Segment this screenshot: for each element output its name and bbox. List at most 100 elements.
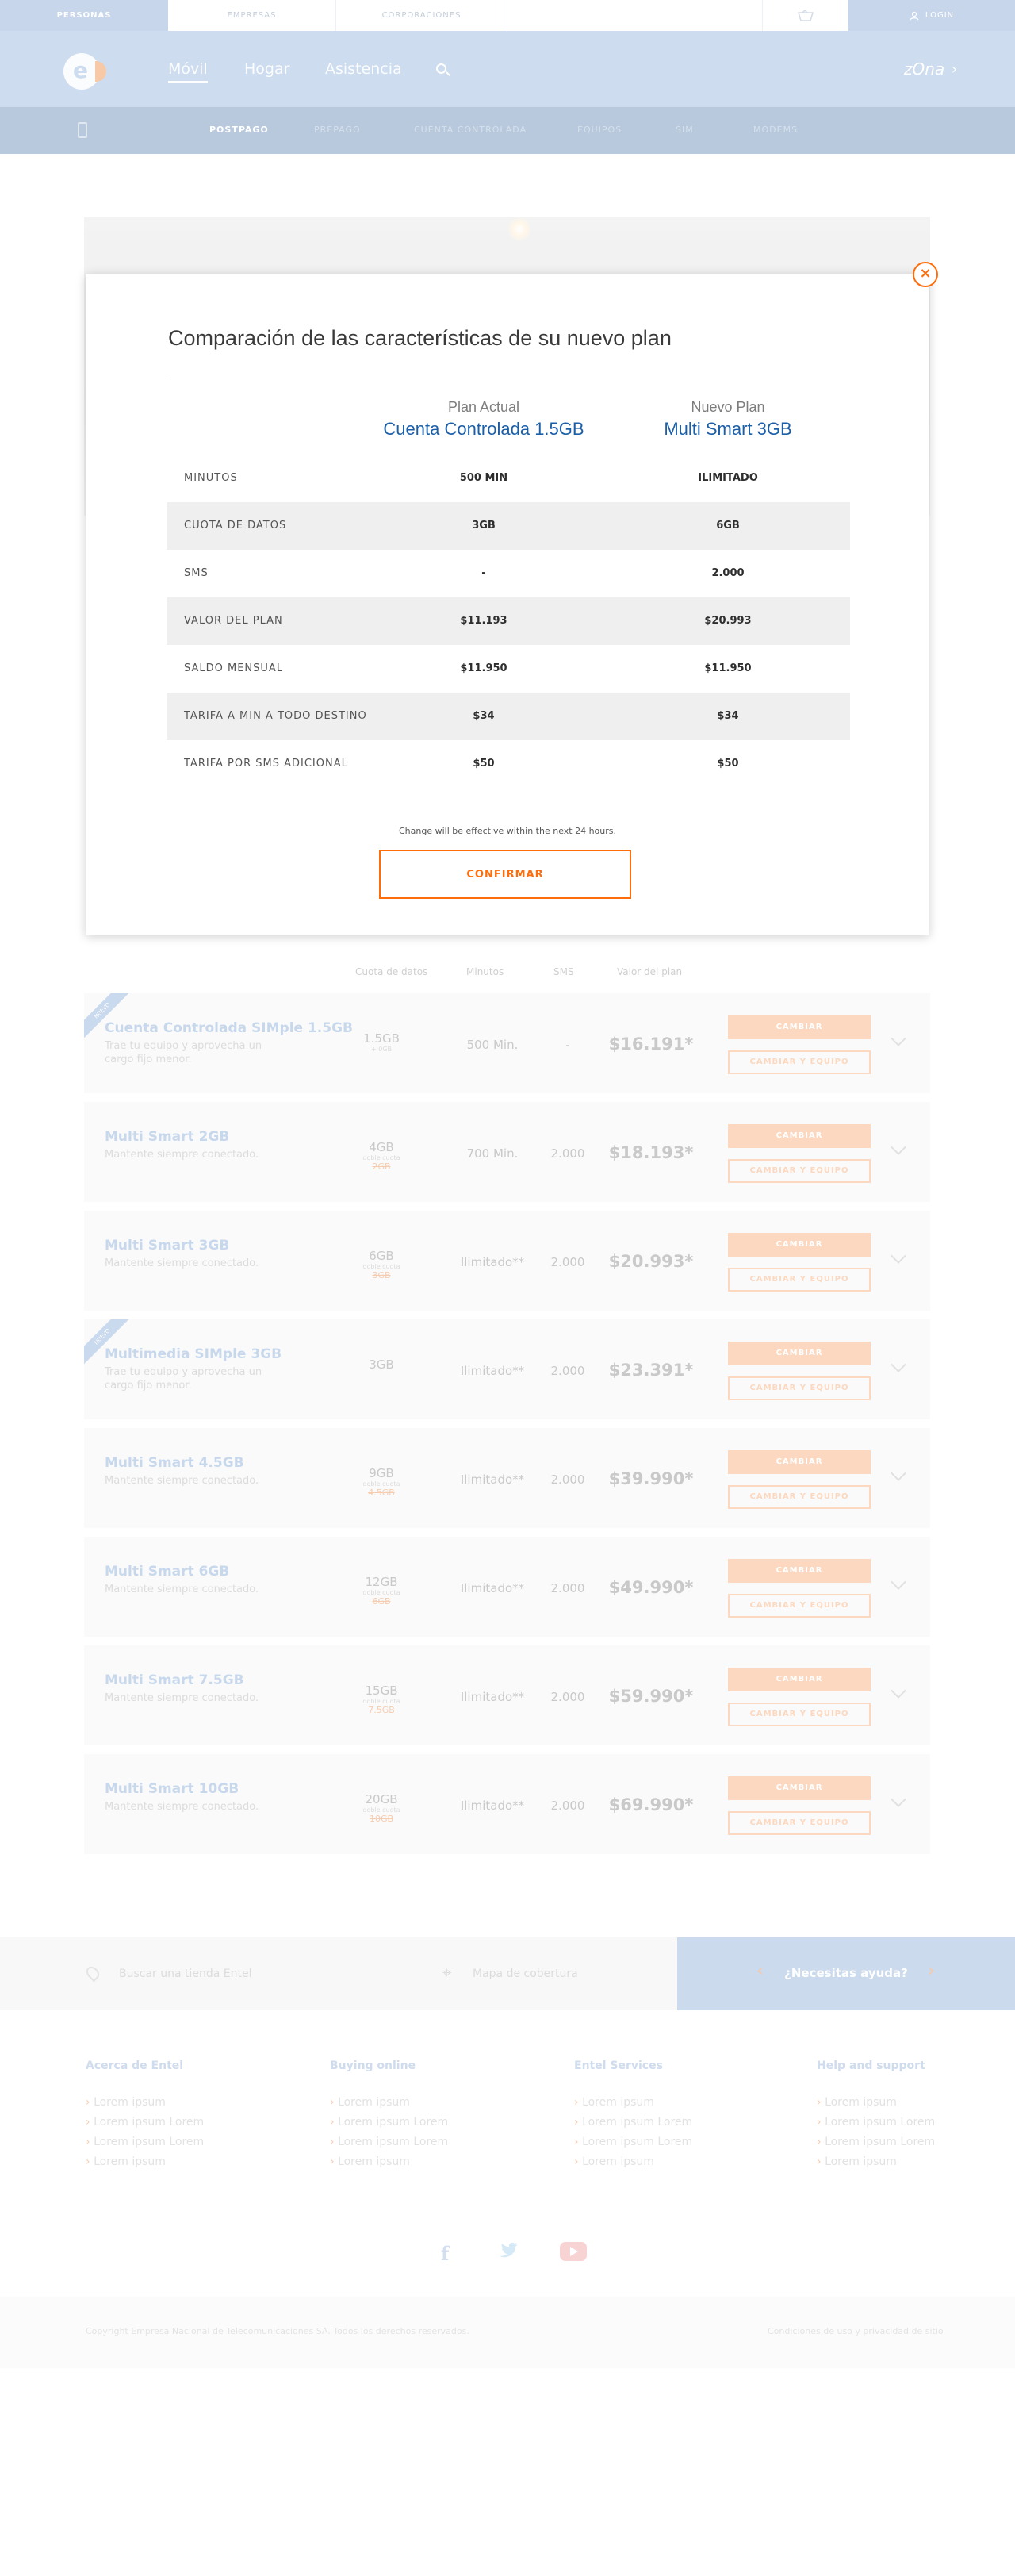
plan-description: Mantente siempre conectado.: [105, 1149, 259, 1161]
change-with-device-button[interactable]: CAMBIAR Y EQUIPO: [728, 1485, 871, 1509]
footer-link[interactable]: Lorem ipsum Lorem: [574, 2136, 692, 2148]
entel-logo[interactable]: e: [63, 53, 106, 90]
chevron-down-icon[interactable]: [891, 1791, 906, 1807]
footer-link[interactable]: Lorem ipsum: [330, 2156, 448, 2168]
twitter-icon[interactable]: [498, 2242, 519, 2264]
new-value: 2.000: [711, 567, 745, 579]
change-plan-button[interactable]: CAMBIAR: [728, 1015, 871, 1039]
facebook-icon[interactable]: f: [441, 2242, 449, 2265]
plan-name[interactable]: Multi Smart 3GB: [105, 1238, 229, 1253]
footer-link[interactable]: Lorem ipsum: [86, 2156, 204, 2168]
footer-link[interactable]: Lorem ipsum: [574, 2096, 692, 2109]
plan-price: $20.993*: [608, 1252, 694, 1271]
change-plan-button[interactable]: CAMBIAR: [728, 1776, 871, 1800]
store-search-link[interactable]: Buscar una tienda Entel: [119, 1968, 252, 1980]
plan-name[interactable]: Multi Smart 2GB: [105, 1129, 229, 1145]
search-icon[interactable]: [436, 63, 446, 74]
change-with-device-button[interactable]: CAMBIAR Y EQUIPO: [728, 1811, 871, 1835]
zona-link[interactable]: zOna: [904, 60, 944, 79]
plan-name[interactable]: Multi Smart 4.5GB: [105, 1455, 244, 1471]
footer-link[interactable]: Lorem ipsum Lorem: [574, 2116, 692, 2129]
plan-name[interactable]: Multi Smart 7.5GB: [105, 1672, 244, 1688]
subnav-modems[interactable]: MODEMS: [753, 125, 798, 135]
cart-button[interactable]: [763, 0, 848, 31]
antenna-icon: ⌖: [442, 1963, 452, 1982]
change-with-device-button[interactable]: CAMBIAR Y EQUIPO: [728, 1703, 871, 1726]
change-plan-button[interactable]: CAMBIAR: [728, 1124, 871, 1148]
footer-link[interactable]: Lorem ipsum Lorem: [817, 2136, 935, 2148]
effective-note: Change will be effective within the next…: [398, 826, 617, 836]
nav-hogar[interactable]: Hogar: [244, 60, 289, 78]
plan-name[interactable]: Multi Smart 6GB: [105, 1564, 229, 1580]
plan-name[interactable]: Multi Smart 10GB: [105, 1781, 239, 1797]
footer-link[interactable]: Lorem ipsum: [817, 2156, 935, 2168]
footer-link[interactable]: Lorem ipsum Lorem: [330, 2116, 448, 2129]
subnav-postpago[interactable]: POSTPAGO: [209, 125, 269, 135]
plan-row: Multi Smart 10GB Mantente siempre conecta…: [84, 1754, 930, 1854]
chevron-down-icon[interactable]: [891, 1248, 906, 1264]
help-button[interactable]: ‹ ¿Necesitas ayuda? ›: [677, 1937, 1015, 2010]
nav-asistencia[interactable]: Asistencia: [325, 60, 402, 78]
footer-link[interactable]: Lorem ipsum: [817, 2096, 935, 2109]
confirm-button[interactable]: CONFIRMAR: [379, 850, 631, 899]
change-plan-button[interactable]: CAMBIAR: [728, 1233, 871, 1257]
col-header-minutes: Minutos: [466, 966, 504, 977]
footer-link[interactable]: Lorem ipsum Lorem: [330, 2136, 448, 2148]
footer-link[interactable]: Lorem ipsum: [574, 2156, 692, 2168]
change-with-device-button[interactable]: CAMBIAR Y EQUIPO: [728, 1376, 871, 1400]
close-icon[interactable]: ×: [913, 262, 938, 287]
nav-movil[interactable]: Móvil: [168, 60, 208, 83]
segment-personas[interactable]: PERSONAS: [0, 0, 168, 31]
change-with-device-button[interactable]: CAMBIAR Y EQUIPO: [728, 1268, 871, 1292]
new-value: $20.993: [704, 615, 752, 627]
plan-row: NUEVO Cuenta Controlada SIMple 1.5GB Trae …: [84, 993, 930, 1093]
plan-price: $69.990*: [608, 1795, 694, 1814]
chevron-down-icon[interactable]: [891, 1683, 906, 1699]
footer-link[interactable]: Lorem ipsum: [330, 2096, 448, 2109]
change-plan-button[interactable]: CAMBIAR: [728, 1559, 871, 1583]
new-value: $50: [717, 758, 739, 770]
youtube-icon[interactable]: [560, 2242, 587, 2266]
terms-link[interactable]: Condiciones de uso y privacidad de sitio: [768, 2326, 944, 2336]
plan-name[interactable]: Cuenta Controlada SIMple 1.5GB: [105, 1020, 353, 1036]
chevron-down-icon[interactable]: [891, 1139, 906, 1155]
new-value: $11.950: [704, 662, 752, 674]
footer-link[interactable]: Lorem ipsum: [86, 2096, 204, 2109]
comparison-row: SALDO MENSUAL $11.950 $11.950: [167, 645, 850, 693]
change-with-device-button[interactable]: CAMBIAR Y EQUIPO: [728, 1159, 871, 1183]
login-button[interactable]: LOGIN: [848, 0, 1015, 31]
subnav-prepago[interactable]: PREPAGO: [314, 125, 361, 135]
change-with-device-button[interactable]: CAMBIAR Y EQUIPO: [728, 1050, 871, 1074]
footer-link[interactable]: Lorem ipsum Lorem: [86, 2136, 204, 2148]
footer-link[interactable]: Lorem ipsum Lorem: [817, 2116, 935, 2129]
change-with-device-button[interactable]: CAMBIAR Y EQUIPO: [728, 1594, 871, 1618]
segment-empresas[interactable]: EMPRESAS: [168, 0, 336, 31]
chevron-down-icon[interactable]: [891, 1031, 906, 1046]
current-value: $50: [473, 758, 495, 770]
row-label: TARIFA POR SMS ADICIONAL: [184, 758, 348, 770]
segment-label: CORPORACIONES: [381, 11, 462, 20]
data-extra: doble cuota: [362, 1263, 400, 1270]
subnav-sim[interactable]: SIM: [676, 125, 694, 135]
plan-row: Multi Smart 2GB Mantente siempre conectad…: [84, 1102, 930, 1202]
change-plan-button[interactable]: CAMBIAR: [728, 1342, 871, 1365]
new-plan-header: Nuevo Plan Multi Smart 3GB: [609, 399, 847, 440]
segment-corporaciones[interactable]: CORPORACIONES: [336, 0, 508, 31]
footer-link[interactable]: Lorem ipsum Lorem: [86, 2116, 204, 2129]
cart-icon: [797, 9, 814, 21]
coverage-map-link[interactable]: Mapa de cobertura: [473, 1968, 578, 1980]
plan-name[interactable]: Multimedia SIMple 3GB: [105, 1346, 282, 1362]
chevron-down-icon[interactable]: [891, 1465, 906, 1481]
chevron-down-icon[interactable]: [891, 1357, 906, 1372]
plan-description: Trae tu equipo y aprovecha un cargo fijo…: [105, 1366, 262, 1392]
plan-price: $39.990*: [608, 1469, 694, 1488]
change-plan-button[interactable]: CAMBIAR: [728, 1450, 871, 1474]
chevron-down-icon[interactable]: [891, 1574, 906, 1590]
plan-data: 1.5GB + 0GB: [354, 1031, 409, 1053]
chevron-right-icon[interactable]: ›: [952, 61, 957, 78]
subnav-equipos[interactable]: EQUIPOS: [577, 125, 622, 135]
new-value: ILIMITADO: [698, 472, 758, 484]
change-plan-button[interactable]: CAMBIAR: [728, 1668, 871, 1691]
subnav-cuenta-controlada[interactable]: CUENTA CONTROLADA: [414, 125, 527, 135]
plan-data: 9GB doble cuota 4.5GB: [354, 1466, 409, 1498]
